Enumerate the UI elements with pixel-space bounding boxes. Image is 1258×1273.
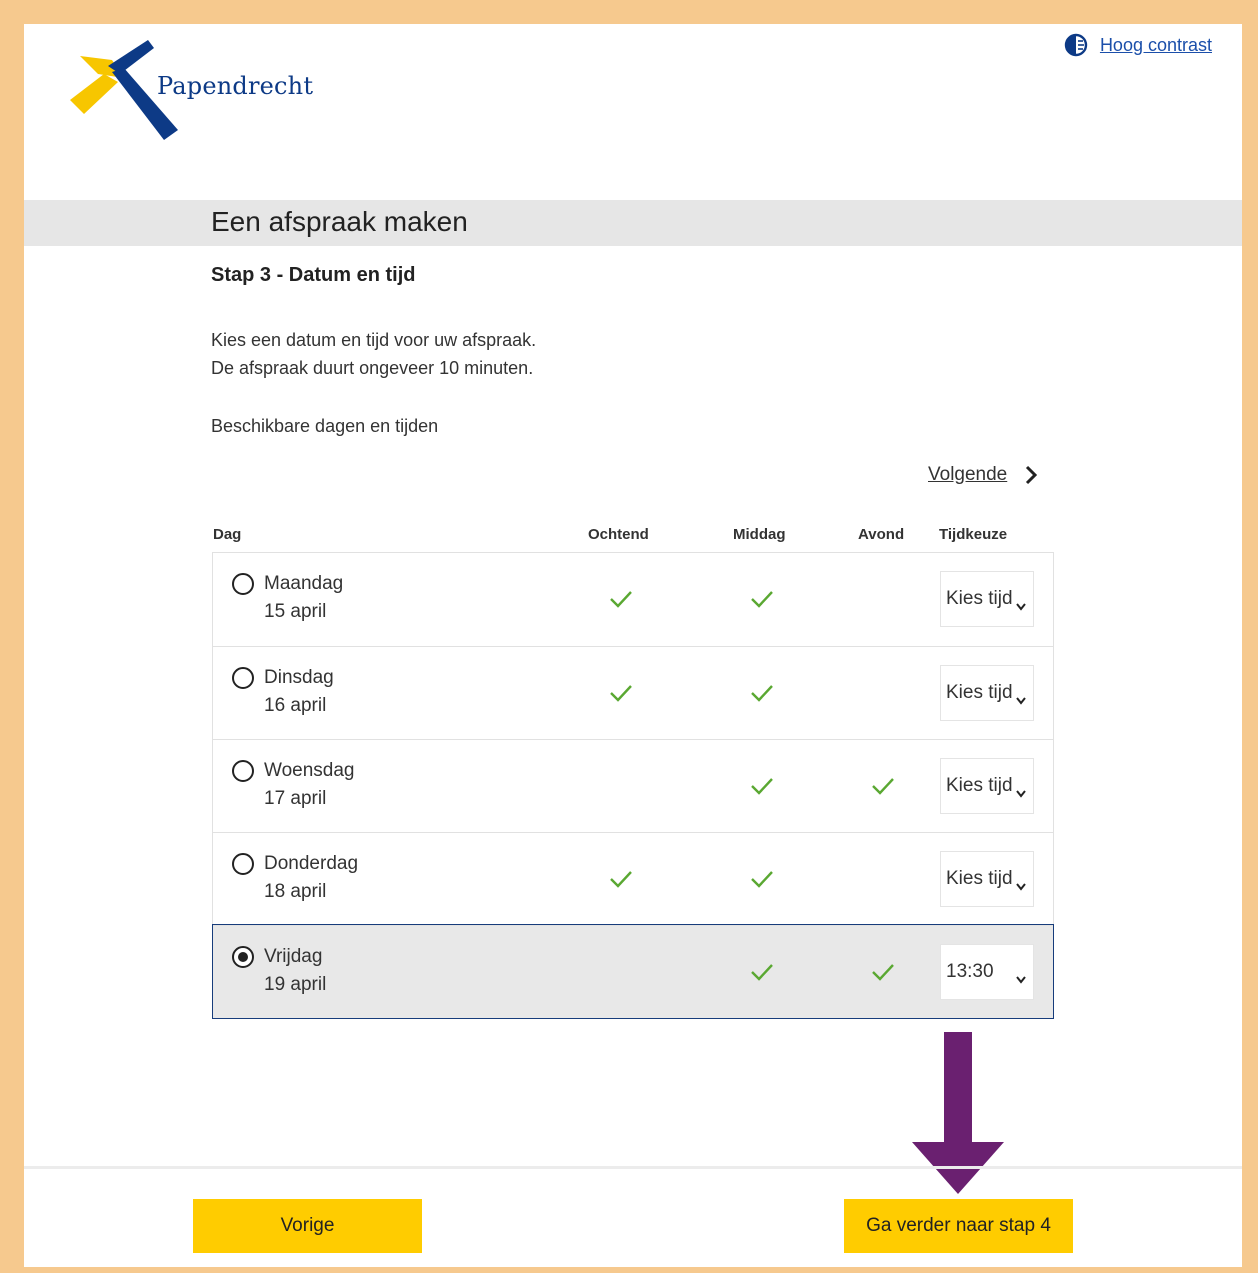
- day-radio[interactable]: [232, 573, 254, 595]
- day-radio[interactable]: [232, 760, 254, 782]
- time-select-value: Kies tijd: [946, 682, 1013, 703]
- intro-text: Kies een datum en tijd voor uw afspraak.…: [211, 326, 536, 382]
- intro-line: De afspraak duurt ongeveer 10 minuten.: [211, 358, 534, 378]
- logo-text: Papendrecht: [157, 72, 314, 100]
- next-week-link[interactable]: Volgende: [928, 464, 1039, 486]
- table-row[interactable]: Donderdag 18 april Kies tijd: [213, 832, 1053, 925]
- checkmark-icon: [750, 962, 774, 982]
- checkmark-icon: [871, 776, 895, 796]
- checkmark-icon: [750, 589, 774, 609]
- available-days-label: Beschikbare dagen en tijden: [211, 416, 439, 436]
- checkmark-icon: [609, 683, 633, 703]
- checkmark-icon: [609, 869, 633, 889]
- checkmark-icon: [750, 869, 774, 889]
- table-row[interactable]: Vrijdag 19 april 13:30: [212, 924, 1054, 1019]
- day-date: 15 april: [264, 601, 327, 622]
- header-morning: Ochtend: [588, 526, 649, 543]
- time-select[interactable]: Kies tijd: [940, 665, 1034, 721]
- header-afternoon: Middag: [733, 526, 786, 543]
- time-select-value: 13:30: [946, 961, 994, 982]
- step-title: Stap 3 - Datum en tijd: [211, 264, 416, 286]
- papendrecht-logo[interactable]: Papendrecht: [68, 38, 328, 148]
- checkmark-icon: [871, 962, 895, 982]
- table-row[interactable]: Maandag 15 april Kies tijd: [213, 553, 1053, 646]
- time-select-value: Kies tijd: [946, 588, 1013, 609]
- checkmark-icon: [750, 683, 774, 703]
- time-select[interactable]: 13:30: [940, 944, 1034, 1000]
- time-select[interactable]: Kies tijd: [940, 571, 1034, 627]
- day-table: Maandag 15 april Kies tijd Dinsdag 16 april K…: [212, 552, 1054, 1019]
- day-radio[interactable]: [232, 853, 254, 875]
- day-date: 19 april: [264, 974, 327, 995]
- day-name: Vrijdag: [264, 946, 323, 967]
- day-radio[interactable]: [232, 946, 254, 968]
- table-row[interactable]: Woensdag 17 april Kies tijd: [213, 739, 1053, 832]
- continue-step-4-button[interactable]: Ga verder naar stap 4: [844, 1199, 1073, 1253]
- checkmark-icon: [609, 589, 633, 609]
- day-name: Dinsdag: [264, 667, 334, 688]
- time-select-value: Kies tijd: [946, 775, 1013, 796]
- table-row[interactable]: Dinsdag 16 april Kies tijd: [213, 646, 1053, 739]
- chevron-down-icon: [1016, 875, 1026, 891]
- footer-divider: [24, 1166, 1242, 1169]
- day-date: 17 april: [264, 788, 327, 809]
- intro-line: Kies een datum en tijd voor uw afspraak.: [211, 330, 537, 350]
- time-select[interactable]: Kies tijd: [940, 851, 1034, 907]
- day-date: 18 april: [264, 881, 327, 902]
- time-select[interactable]: Kies tijd: [940, 758, 1034, 814]
- day-radio[interactable]: [232, 667, 254, 689]
- checkmark-icon: [750, 776, 774, 796]
- day-date: 16 april: [264, 695, 327, 716]
- chevron-down-icon: [1016, 968, 1026, 984]
- header-day: Dag: [213, 526, 242, 543]
- header-time: Tijdkeuze: [939, 526, 1008, 543]
- chevron-down-icon: [1016, 595, 1026, 611]
- next-week-label[interactable]: Volgende: [928, 464, 1007, 486]
- header-evening: Avond: [858, 526, 905, 543]
- arrow-down-icon: [912, 1032, 1004, 1194]
- chevron-down-icon: [1016, 689, 1026, 705]
- day-name: Maandag: [264, 573, 344, 594]
- title-bar: [24, 200, 1242, 246]
- chevron-down-icon: [1016, 782, 1026, 798]
- contrast-icon: [1064, 33, 1088, 57]
- time-select-value: Kies tijd: [946, 868, 1013, 889]
- page-frame: Papendrecht Hoog contrast Een afspraak m…: [24, 24, 1242, 1267]
- chevron-right-icon: [1026, 465, 1038, 485]
- page-title: Een afspraak maken: [211, 206, 468, 237]
- high-contrast-link[interactable]: Hoog contrast: [1100, 35, 1212, 56]
- day-name: Donderdag: [264, 853, 359, 874]
- high-contrast-toggle[interactable]: Hoog contrast: [1064, 33, 1212, 57]
- previous-button[interactable]: Vorige: [193, 1199, 422, 1253]
- day-name: Woensdag: [264, 760, 355, 781]
